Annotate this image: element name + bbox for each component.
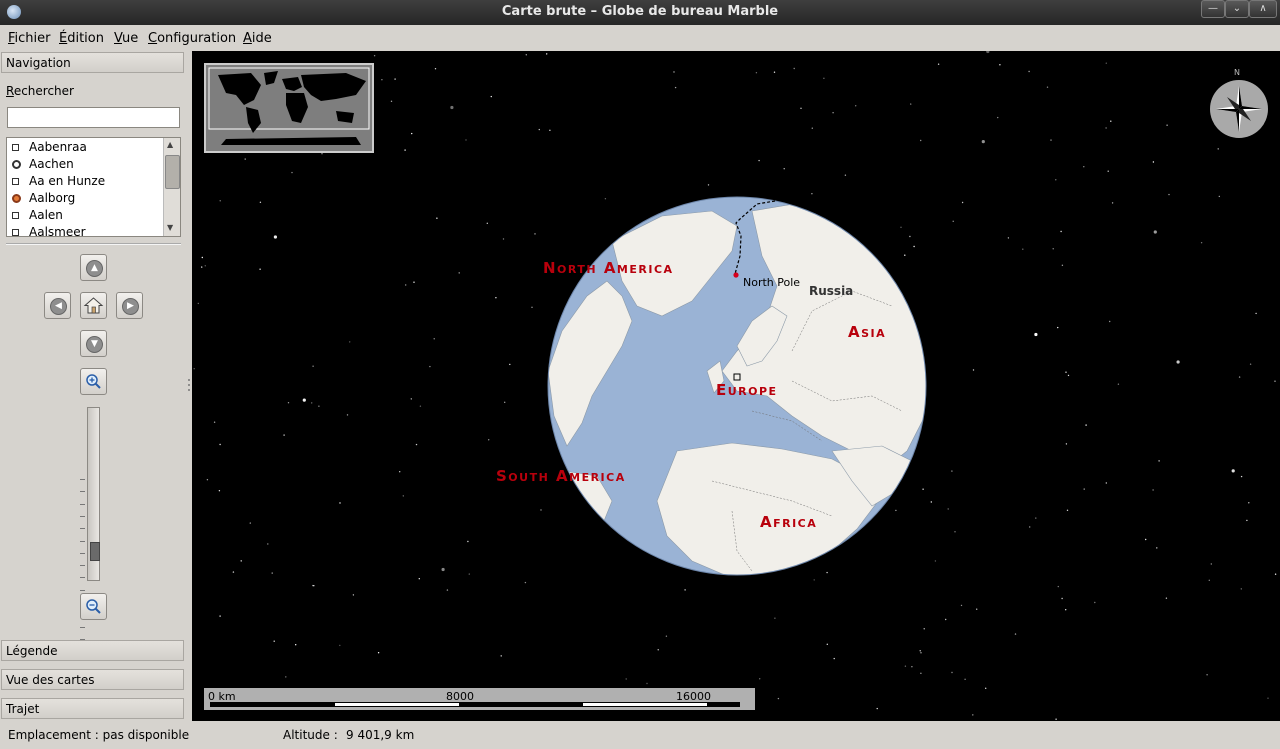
arrow-left-icon: ◀	[50, 298, 67, 315]
separator	[6, 243, 181, 245]
zoom-out-icon	[86, 599, 101, 614]
asia-label: Asia	[848, 323, 887, 341]
russia-label: Russia	[809, 284, 854, 298]
square-bullet-icon	[12, 229, 19, 236]
close-icon[interactable]: ∧	[1249, 0, 1277, 18]
search-label: Rechercher	[6, 84, 74, 98]
europe-label: Europe	[716, 381, 778, 399]
list-scrollbar[interactable]: ▲ ▼	[163, 138, 180, 236]
title-bar: Carte brute – Globe de bureau Marble — ⌄…	[0, 0, 1280, 25]
search-input[interactable]	[7, 107, 180, 128]
move-left-button[interactable]: ◀	[44, 292, 71, 319]
menu-aide[interactable]: Aide	[243, 31, 272, 46]
map-view-section-header[interactable]: Vue des cartes	[1, 669, 184, 690]
zoom-in-icon	[86, 374, 101, 389]
zoom-tick	[80, 515, 85, 517]
zoom-tick	[80, 540, 85, 542]
compass-rose-icon	[1216, 86, 1262, 132]
splitter-handle[interactable]	[187, 378, 191, 392]
zoom-slider-handle[interactable]	[90, 542, 100, 562]
zoom-tick	[80, 491, 85, 493]
scroll-thumb[interactable]	[165, 155, 180, 189]
navigation-panel: Navigation Rechercher Aabenraa Aachen Aa…	[0, 51, 192, 721]
arrow-up-icon: ▲	[86, 260, 103, 277]
menu-bar: Fichier Édition Vue Configuration Aide	[0, 25, 1280, 51]
menu-vue[interactable]: Vue	[114, 31, 138, 46]
places-list[interactable]: Aabenraa Aachen Aa en Hunze Aalborg Aale…	[6, 137, 181, 237]
move-right-button[interactable]: ▶	[116, 292, 143, 319]
zoom-tick	[80, 528, 85, 530]
zoom-tick	[80, 479, 85, 480]
zoom-tick	[80, 503, 85, 505]
zoom-in-button[interactable]	[80, 368, 107, 395]
round-bullet-icon	[12, 160, 21, 169]
move-up-button[interactable]: ▲	[80, 254, 107, 281]
navigation-section-header[interactable]: Navigation	[1, 52, 184, 73]
scale-ruler	[210, 702, 740, 707]
scale-bar: 0 km 8000 16000	[204, 688, 755, 710]
zoom-out-button[interactable]	[80, 593, 107, 620]
square-bullet-icon	[12, 178, 19, 185]
legend-section-header[interactable]: Légende	[1, 640, 184, 661]
zoom-tick	[80, 577, 85, 579]
map-view[interactable]: North Pole Russia North America South Am…	[192, 51, 1280, 721]
home-button[interactable]	[80, 292, 107, 319]
location-status: Emplacement : pas disponible	[8, 728, 190, 742]
minimize-icon[interactable]: —	[1201, 0, 1225, 18]
route-section-header[interactable]: Trajet	[1, 698, 184, 719]
zoom-tick	[80, 565, 85, 567]
scroll-down-arrow-icon[interactable]: ▼	[167, 223, 173, 232]
move-down-button[interactable]: ▼	[80, 330, 107, 357]
zoom-tick	[80, 626, 85, 628]
orange-round-bullet-icon	[12, 194, 21, 203]
zoom-tick	[80, 589, 85, 591]
status-bar: Emplacement : pas disponible Altitude : …	[0, 721, 1280, 749]
altitude-value: 9 401,9 km	[346, 728, 415, 742]
home-icon	[83, 297, 104, 314]
square-bullet-icon	[12, 144, 19, 151]
world-overview-icon	[206, 65, 372, 151]
menu-configuration[interactable]: Configuration	[148, 31, 236, 46]
altitude-label: Altitude :	[283, 728, 338, 742]
maximize-icon[interactable]: ⌄	[1225, 0, 1249, 18]
compass-north-label: N	[1234, 68, 1240, 77]
overview-map[interactable]	[204, 63, 374, 153]
compass[interactable]	[1210, 80, 1268, 138]
menu-fichier[interactable]: Fichier	[8, 31, 51, 46]
north-america-label: North America	[543, 259, 674, 277]
menu-edition[interactable]: Édition	[59, 31, 104, 46]
south-america-label: South America	[496, 467, 626, 485]
zoom-tick	[80, 552, 85, 554]
africa-label: Africa	[760, 513, 818, 531]
arrow-right-icon: ▶	[122, 298, 139, 315]
window-title: Carte brute – Globe de bureau Marble	[501, 4, 779, 19]
scroll-up-arrow-icon[interactable]: ▲	[167, 140, 173, 149]
arrow-down-icon: ▼	[86, 336, 103, 353]
north-pole-label: North Pole	[743, 276, 801, 289]
square-bullet-icon	[12, 212, 19, 219]
